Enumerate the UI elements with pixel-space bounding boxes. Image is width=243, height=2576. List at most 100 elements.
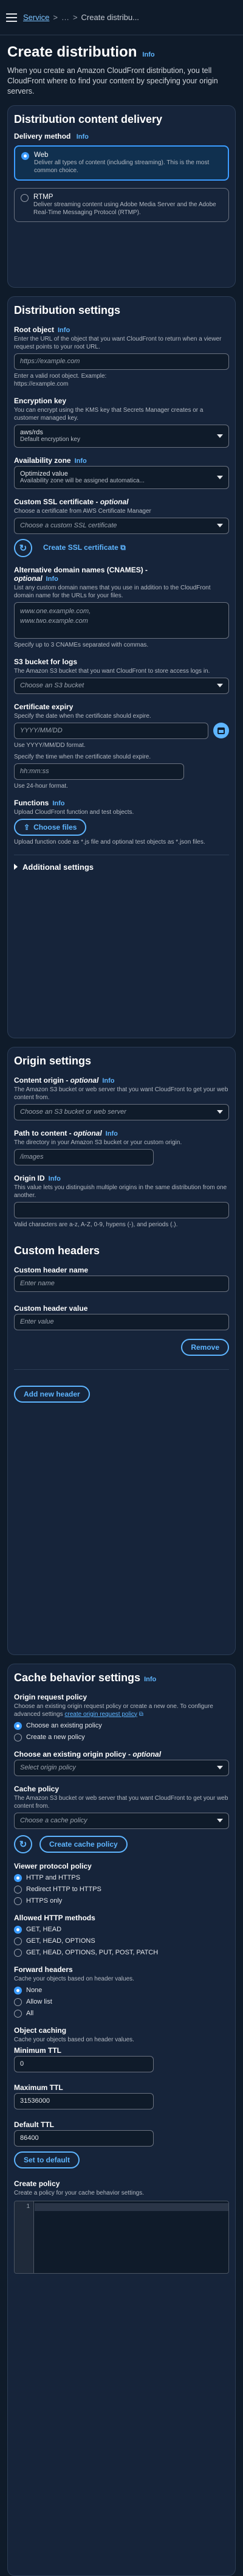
info-link[interactable]: Info [144, 1676, 156, 1683]
expiry-date-input[interactable]: YYYY/MM/DD [14, 722, 208, 739]
minimum-ttl-input[interactable]: 0 [14, 2055, 154, 2072]
radio-option[interactable]: GET, HEAD [14, 1925, 229, 1934]
info-link[interactable]: Info [102, 1077, 114, 1085]
info-link[interactable]: Info [75, 457, 87, 465]
breadcrumb-service[interactable]: Service [23, 13, 49, 22]
info-link[interactable]: Info [49, 1175, 61, 1182]
create-cache-policy-button[interactable]: Create cache policy [39, 1835, 128, 1853]
radio-button[interactable] [14, 2009, 22, 2018]
create-policy-label: Create policy [14, 2179, 60, 2188]
refresh-icon[interactable]: ↻ [14, 1835, 32, 1853]
radio-option[interactable]: HTTP and HTTPS [14, 1873, 229, 1882]
info-link[interactable]: Info [77, 133, 89, 141]
radio-option[interactable]: Redirect HTTP to HTTPS [14, 1885, 229, 1894]
optional-tag: optional [100, 497, 129, 506]
section-heading: Distribution content delivery [14, 113, 163, 125]
radio-option[interactable]: GET, HEAD, OPTIONS, PUT, POST, PATCH [14, 1948, 229, 1957]
root-object-description: Enter the URL of the object that you wan… [14, 335, 222, 350]
delivery-rtmp-tile[interactable]: RTMP Deliver streaming content using Ado… [14, 187, 229, 222]
path-input[interactable]: /images [14, 1148, 154, 1165]
caret-down-icon [217, 684, 223, 688]
radio-web[interactable] [21, 151, 29, 160]
calendar-icon[interactable] [213, 723, 229, 739]
s3-logs-label: S3 bucket for logs [14, 657, 78, 666]
availability-zone-select[interactable]: Optimized value Availability zone will b… [14, 465, 229, 489]
s3-logs-description: The Amazon S3 bucket that you want Cloud… [14, 667, 210, 675]
info-link[interactable]: Info [58, 327, 70, 334]
choose-files-button[interactable]: ⇪ Choose files [14, 818, 87, 836]
create-ssl-certificate-link[interactable]: Create SSL certificate ⧉ [43, 543, 126, 552]
radio-option[interactable]: HTTPS only [14, 1897, 229, 1905]
set-to-default-button[interactable]: Set to default [14, 2151, 80, 2168]
tile-description: Deliver all types of content (including … [34, 159, 210, 174]
info-link[interactable]: Info [52, 800, 64, 807]
radio-button[interactable] [14, 1897, 22, 1905]
ssl-certificate-select[interactable]: Choose a custom SSL certificate [14, 517, 229, 534]
radio-button[interactable] [14, 1937, 22, 1945]
cname-label: Alternative domain names (CNAMES) [14, 565, 143, 574]
radio-rtmp[interactable] [21, 193, 29, 202]
info-link[interactable]: Info [142, 51, 154, 58]
radio-option[interactable]: None [14, 1986, 229, 1994]
radio-button[interactable] [14, 1873, 22, 1882]
additional-settings-toggle[interactable]: Additional settings [14, 863, 229, 872]
root-object-label: Root object [14, 325, 54, 334]
cname-textarea[interactable]: www.one.example.com, www.two.example.com [14, 602, 229, 639]
path-description: The directory in your Amazon S3 bucket o… [14, 1139, 182, 1146]
origin-policy-select[interactable]: Select origin policy [14, 1759, 229, 1776]
minimum-ttl-label: Minimum TTL [14, 2046, 61, 2055]
placeholder-line: www.one.example.com, [20, 607, 91, 615]
root-object-example: https://example.com [14, 380, 69, 387]
root-object-input[interactable]: https://example.com [14, 353, 229, 370]
policy-code-editor[interactable]: 1 [14, 2200, 229, 2274]
external-link-icon: ⧉ [139, 1710, 143, 1718]
availability-zone-label: Availability zone [14, 456, 71, 465]
encryption-key-select[interactable]: aws/rds Default encryption key [14, 424, 229, 448]
content-origin-select[interactable]: Choose an S3 bucket or web server [14, 1103, 229, 1120]
existing-policy-label: Choose an existing origin policy [14, 1749, 126, 1758]
forward-headers-label: Forward headers [14, 1965, 73, 1974]
info-link[interactable]: Info [46, 575, 58, 583]
radio-option[interactable]: All [14, 2009, 229, 2018]
header-name-input[interactable]: Enter name [14, 1275, 229, 1292]
radio-option[interactable]: Create a new policy [14, 1733, 229, 1741]
radio-button[interactable] [14, 1721, 22, 1730]
select-placeholder: Choose a cache policy [20, 1817, 87, 1825]
add-new-header-button[interactable]: Add new header [14, 1385, 90, 1403]
refresh-icon[interactable]: ↻ [14, 538, 32, 557]
radio-option[interactable]: GET, HEAD, OPTIONS [14, 1937, 229, 1945]
content-origin-description: The Amazon S3 bucket or web server that … [14, 1086, 228, 1101]
maximum-ttl-input[interactable]: 31536000 [14, 2092, 154, 2109]
delivery-card: Distribution content delivery Delivery m… [7, 105, 236, 288]
header-value-input[interactable]: Enter value [14, 1313, 229, 1330]
certificate-expiry-description: Specify the date when the certificate sh… [14, 712, 151, 720]
radio-button[interactable] [14, 1986, 22, 1994]
radio-option[interactable]: Choose an existing policy [14, 1721, 229, 1730]
radio-button[interactable] [14, 1885, 22, 1894]
radio-option[interactable]: Allow list [14, 1998, 229, 2006]
info-link[interactable]: Info [106, 1130, 118, 1137]
custom-headers-heading: Custom headers [14, 1244, 100, 1257]
forward-headers-description: Cache your objects based on header value… [14, 1975, 134, 1982]
cache-policy-label: Cache policy [14, 1784, 60, 1793]
cache-policy-select[interactable]: Choose a cache policy [14, 1812, 229, 1829]
origin-id-input[interactable] [14, 1201, 229, 1218]
caret-down-icon [217, 1110, 223, 1114]
section-heading: Cache behavior settings [14, 1671, 141, 1684]
delivery-web-tile[interactable]: Web Deliver all types of content (includ… [14, 145, 229, 181]
ellipsis-icon[interactable]: … [61, 13, 69, 22]
selected-value: Optimized value [20, 470, 68, 478]
optional-tag: optional [74, 1128, 102, 1137]
content-origin-label: Content origin [14, 1075, 64, 1085]
radio-button[interactable] [14, 1925, 22, 1934]
default-ttl-input[interactable]: 86400 [14, 2130, 154, 2147]
menu-icon[interactable] [6, 13, 17, 22]
radio-button[interactable] [14, 1998, 22, 2006]
s3-bucket-select[interactable]: Choose an S3 bucket [14, 677, 229, 694]
radio-button[interactable] [14, 1733, 22, 1741]
expiry-time-input[interactable]: hh:mm:ss [14, 763, 184, 780]
tile-title: RTMP [33, 193, 53, 201]
radio-button[interactable] [14, 1948, 22, 1957]
remove-button[interactable]: Remove [181, 1338, 229, 1356]
create-origin-request-policy-link[interactable]: create origin request policy [64, 1711, 137, 1718]
